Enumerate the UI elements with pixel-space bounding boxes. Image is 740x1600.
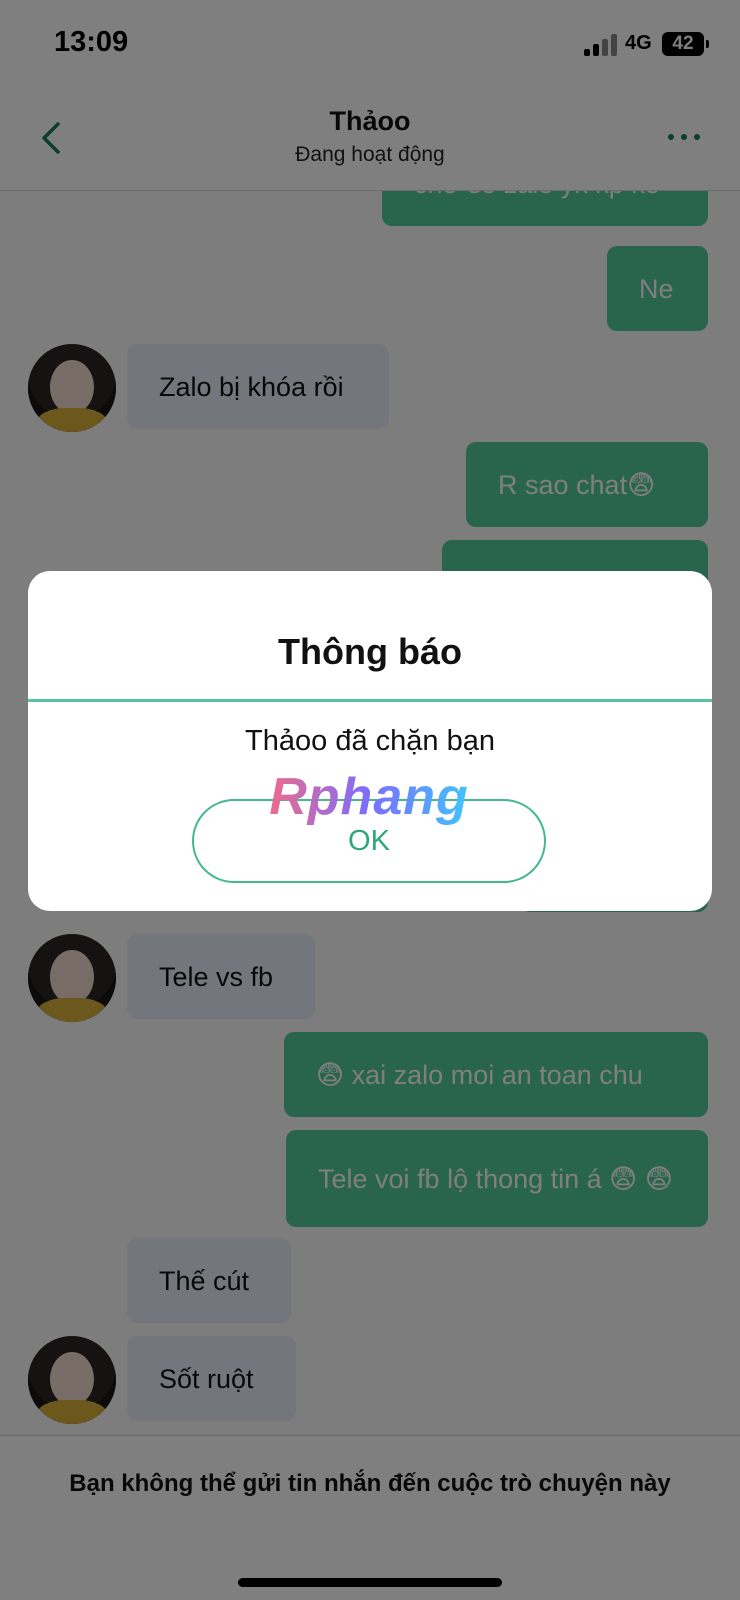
- dialog-message: Thảoo đã chặn bạn: [245, 725, 495, 757]
- dialog-title: Thông báo: [278, 631, 462, 672]
- dialog-divider: [28, 699, 712, 702]
- watermark-logo: Rphang: [254, 767, 484, 827]
- notification-dialog: Thông báo Thảoo đã chặn bạn OK Rphang: [28, 571, 712, 911]
